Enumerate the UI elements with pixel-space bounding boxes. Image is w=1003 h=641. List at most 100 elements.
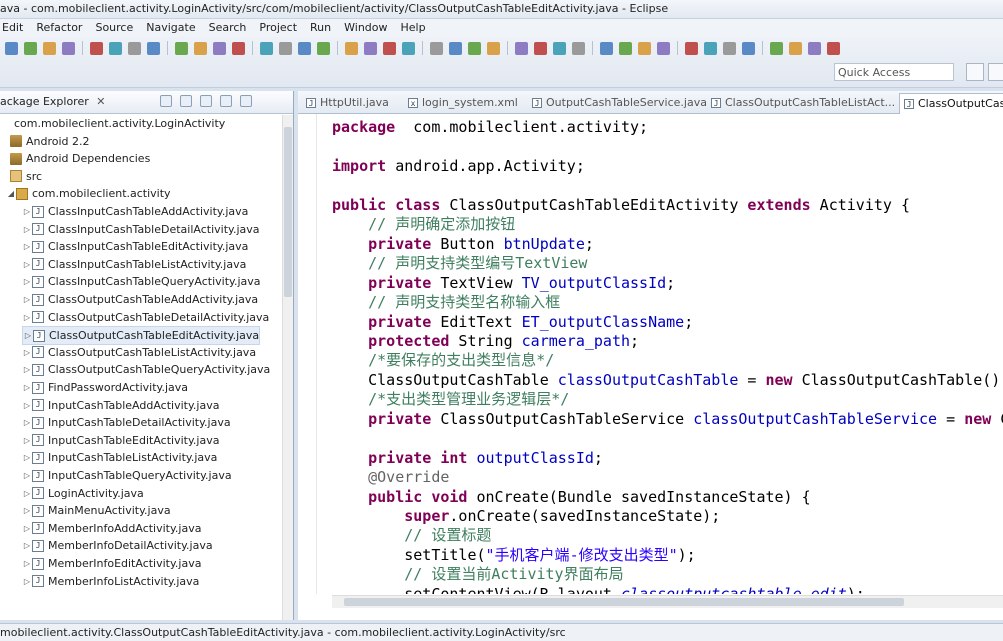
- collapsed-arrow-icon[interactable]: ▷: [23, 327, 33, 344]
- tree-item[interactable]: ▷ J ClassOutputCashTableAddActivity.java: [22, 291, 258, 308]
- scrollbar-thumb[interactable]: [344, 598, 904, 606]
- package-explorer-tab[interactable]: ackage Explorer ✕: [0, 91, 109, 113]
- code-line[interactable]: // 声明支持类型编号TextView: [332, 254, 587, 273]
- collapsed-arrow-icon[interactable]: ▷: [22, 221, 32, 238]
- menu-window[interactable]: Window: [344, 21, 387, 34]
- editor-tab[interactable]: J HttpUtil.java: [306, 93, 389, 113]
- collapsed-arrow-icon[interactable]: ▷: [22, 555, 32, 572]
- maximize-icon[interactable]: [240, 95, 252, 107]
- editor-horizontal-scrollbar[interactable]: [332, 595, 1003, 608]
- toolbar-button-icon[interactable]: [345, 41, 358, 55]
- menu-edit[interactable]: Edit: [2, 21, 23, 34]
- toolbar-button-icon[interactable]: [572, 41, 585, 55]
- toolbar-button-icon[interactable]: [109, 41, 122, 55]
- toolbar-button-icon[interactable]: [600, 41, 613, 55]
- tree-item[interactable]: ▷ J ClassInputCashTableEditActivity.java: [22, 238, 248, 255]
- code-line[interactable]: private TextView TV_outputClassId;: [332, 274, 675, 293]
- tree-item[interactable]: ▷ J MemberInfoListActivity.java: [22, 573, 199, 590]
- code-line[interactable]: setTitle("手机客户端-修改支出类型");: [332, 546, 695, 565]
- tree-item[interactable]: ▷ J ClassInputCashTableAddActivity.java: [22, 203, 248, 220]
- collapsed-arrow-icon[interactable]: ▷: [22, 203, 32, 220]
- close-icon[interactable]: ✕: [96, 95, 105, 108]
- code-line[interactable]: import android.app.Activity;: [332, 157, 585, 176]
- tree-item[interactable]: ◢ com.mobileclient.activity: [6, 185, 171, 202]
- editor-tab[interactable]: J ClassOutputCashTableListAct...: [711, 93, 895, 113]
- toolbar-button-icon[interactable]: [402, 41, 415, 55]
- code-line[interactable]: public void onCreate(Bundle savedInstanc…: [332, 488, 811, 507]
- toolbar-button-icon[interactable]: [789, 41, 802, 55]
- collapsed-arrow-icon[interactable]: ▷: [22, 520, 32, 537]
- tree-item[interactable]: Android 2.2: [0, 133, 90, 150]
- toolbar-button-icon[interactable]: [383, 41, 396, 55]
- toolbar-button-icon[interactable]: [128, 41, 141, 55]
- java-perspective-icon[interactable]: [988, 63, 1003, 81]
- collapsed-arrow-icon[interactable]: ▷: [22, 573, 32, 590]
- toolbar-button-icon[interactable]: [317, 41, 330, 55]
- toolbar-button-icon[interactable]: [175, 41, 188, 55]
- editor-tab[interactable]: J ClassOutputCashT: [899, 93, 1003, 114]
- toolbar-button-icon[interactable]: [704, 41, 717, 55]
- tree-item[interactable]: ▷ J FindPasswordActivity.java: [22, 379, 188, 396]
- code-line[interactable]: /*要保存的支出类型信息*/: [332, 351, 554, 370]
- open-perspective-icon[interactable]: [966, 63, 984, 81]
- code-line[interactable]: setContentView(R.layout.classoutputcasht…: [332, 585, 865, 594]
- menu-source[interactable]: Source: [95, 21, 133, 34]
- toolbar-button-icon[interactable]: [808, 41, 821, 55]
- code-line[interactable]: // 声明确定添加按钮: [332, 215, 515, 234]
- tree-item[interactable]: com.mobileclient.activity.LoginActivity: [0, 115, 225, 132]
- link-with-editor-icon[interactable]: [180, 95, 192, 107]
- tree-item[interactable]: ▷ J ClassOutputCashTableEditActivity.java: [22, 326, 261, 346]
- toolbar-button-icon[interactable]: [534, 41, 547, 55]
- tree-item[interactable]: ▷ J LoginActivity.java: [22, 485, 144, 502]
- tree-item[interactable]: ▷ J InputCashTableDetailActivity.java: [22, 414, 231, 431]
- menu-navigate[interactable]: Navigate: [146, 21, 195, 34]
- tree-item[interactable]: Android Dependencies: [0, 150, 150, 167]
- tree-item[interactable]: ▷ J ClassOutputCashTableQueryActivity.java: [22, 361, 270, 378]
- collapsed-arrow-icon[interactable]: ▷: [22, 485, 32, 502]
- toolbar-button-icon[interactable]: [742, 41, 755, 55]
- code-line[interactable]: @Override: [332, 468, 449, 487]
- code-line[interactable]: private Button btnUpdate;: [332, 235, 594, 254]
- tree-item[interactable]: ▷ J MemberInfoDetailActivity.java: [22, 537, 213, 554]
- collapsed-arrow-icon[interactable]: ▷: [22, 291, 32, 308]
- collapsed-arrow-icon[interactable]: ▷: [22, 414, 32, 431]
- tree-item[interactable]: ▷ J MemberInfoAddActivity.java: [22, 520, 202, 537]
- view-menu-icon[interactable]: [200, 95, 212, 107]
- editor-tab[interactable]: J OutputCashTableService.java: [532, 93, 707, 113]
- collapsed-arrow-icon[interactable]: ▷: [22, 238, 32, 255]
- tree-item[interactable]: ▷ J ClassOutputCashTableListActivity.java: [22, 344, 256, 361]
- collapsed-arrow-icon[interactable]: ▷: [22, 397, 32, 414]
- toolbar-button-icon[interactable]: [553, 41, 566, 55]
- toolbar-button-icon[interactable]: [260, 41, 273, 55]
- collapsed-arrow-icon[interactable]: ▷: [22, 256, 32, 273]
- menu-help[interactable]: Help: [401, 21, 426, 34]
- toolbar-button-icon[interactable]: [194, 41, 207, 55]
- tree-item[interactable]: ▷ J ClassInputCashTableListActivity.java: [22, 256, 246, 273]
- collapsed-arrow-icon[interactable]: ▷: [22, 432, 32, 449]
- tree-item[interactable]: ▷ J InputCashTableListActivity.java: [22, 449, 217, 466]
- scrollbar-thumb[interactable]: [284, 127, 292, 297]
- code-line[interactable]: protected String carmera_path;: [332, 332, 639, 351]
- code-area[interactable]: package com.mobileclient.activity; import…: [332, 114, 1003, 594]
- toolbar-button-icon[interactable]: [90, 41, 103, 55]
- menu-search[interactable]: Search: [209, 21, 247, 34]
- toolbar-button-icon[interactable]: [468, 41, 481, 55]
- code-line[interactable]: super.onCreate(savedInstanceState);: [332, 507, 720, 526]
- code-line[interactable]: /*支出类型管理业务逻辑层*/: [332, 390, 569, 409]
- toolbar-button-icon[interactable]: [723, 41, 736, 55]
- tree-item[interactable]: ▷ J MainMenuActivity.java: [22, 502, 171, 519]
- tree-item[interactable]: ▷ J InputCashTableAddActivity.java: [22, 397, 220, 414]
- toolbar-button-icon[interactable]: [638, 41, 651, 55]
- code-line[interactable]: ClassOutputCashTable classOutputCashTabl…: [332, 371, 1003, 390]
- toolbar-button-icon[interactable]: [619, 41, 632, 55]
- collapsed-arrow-icon[interactable]: ▷: [22, 344, 32, 361]
- tree-item[interactable]: ▷ J InputCashTableQueryActivity.java: [22, 467, 232, 484]
- code-line[interactable]: private EditText ET_outputClassName;: [332, 313, 693, 332]
- collapsed-arrow-icon[interactable]: ▷: [22, 502, 32, 519]
- package-explorer-scrollbar[interactable]: [282, 115, 293, 620]
- collapse-all-icon[interactable]: [160, 95, 172, 107]
- toolbar-button-icon[interactable]: [515, 41, 528, 55]
- toolbar-button-icon[interactable]: [62, 41, 75, 55]
- toolbar-button-icon[interactable]: [487, 41, 500, 55]
- collapsed-arrow-icon[interactable]: ▷: [22, 309, 32, 326]
